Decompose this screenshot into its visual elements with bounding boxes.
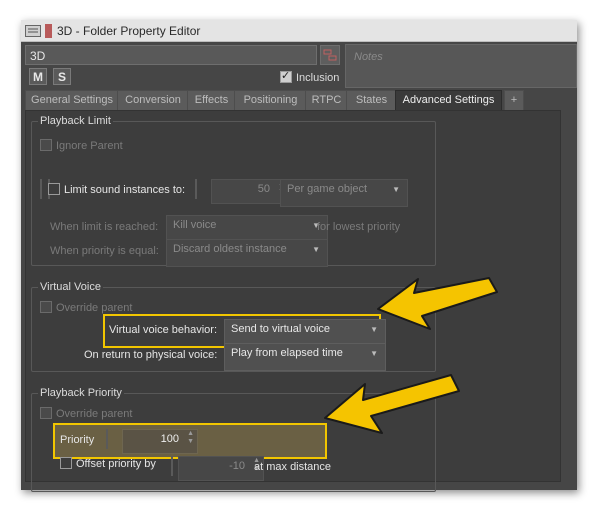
- annotation-arrow-priority: [324, 374, 460, 434]
